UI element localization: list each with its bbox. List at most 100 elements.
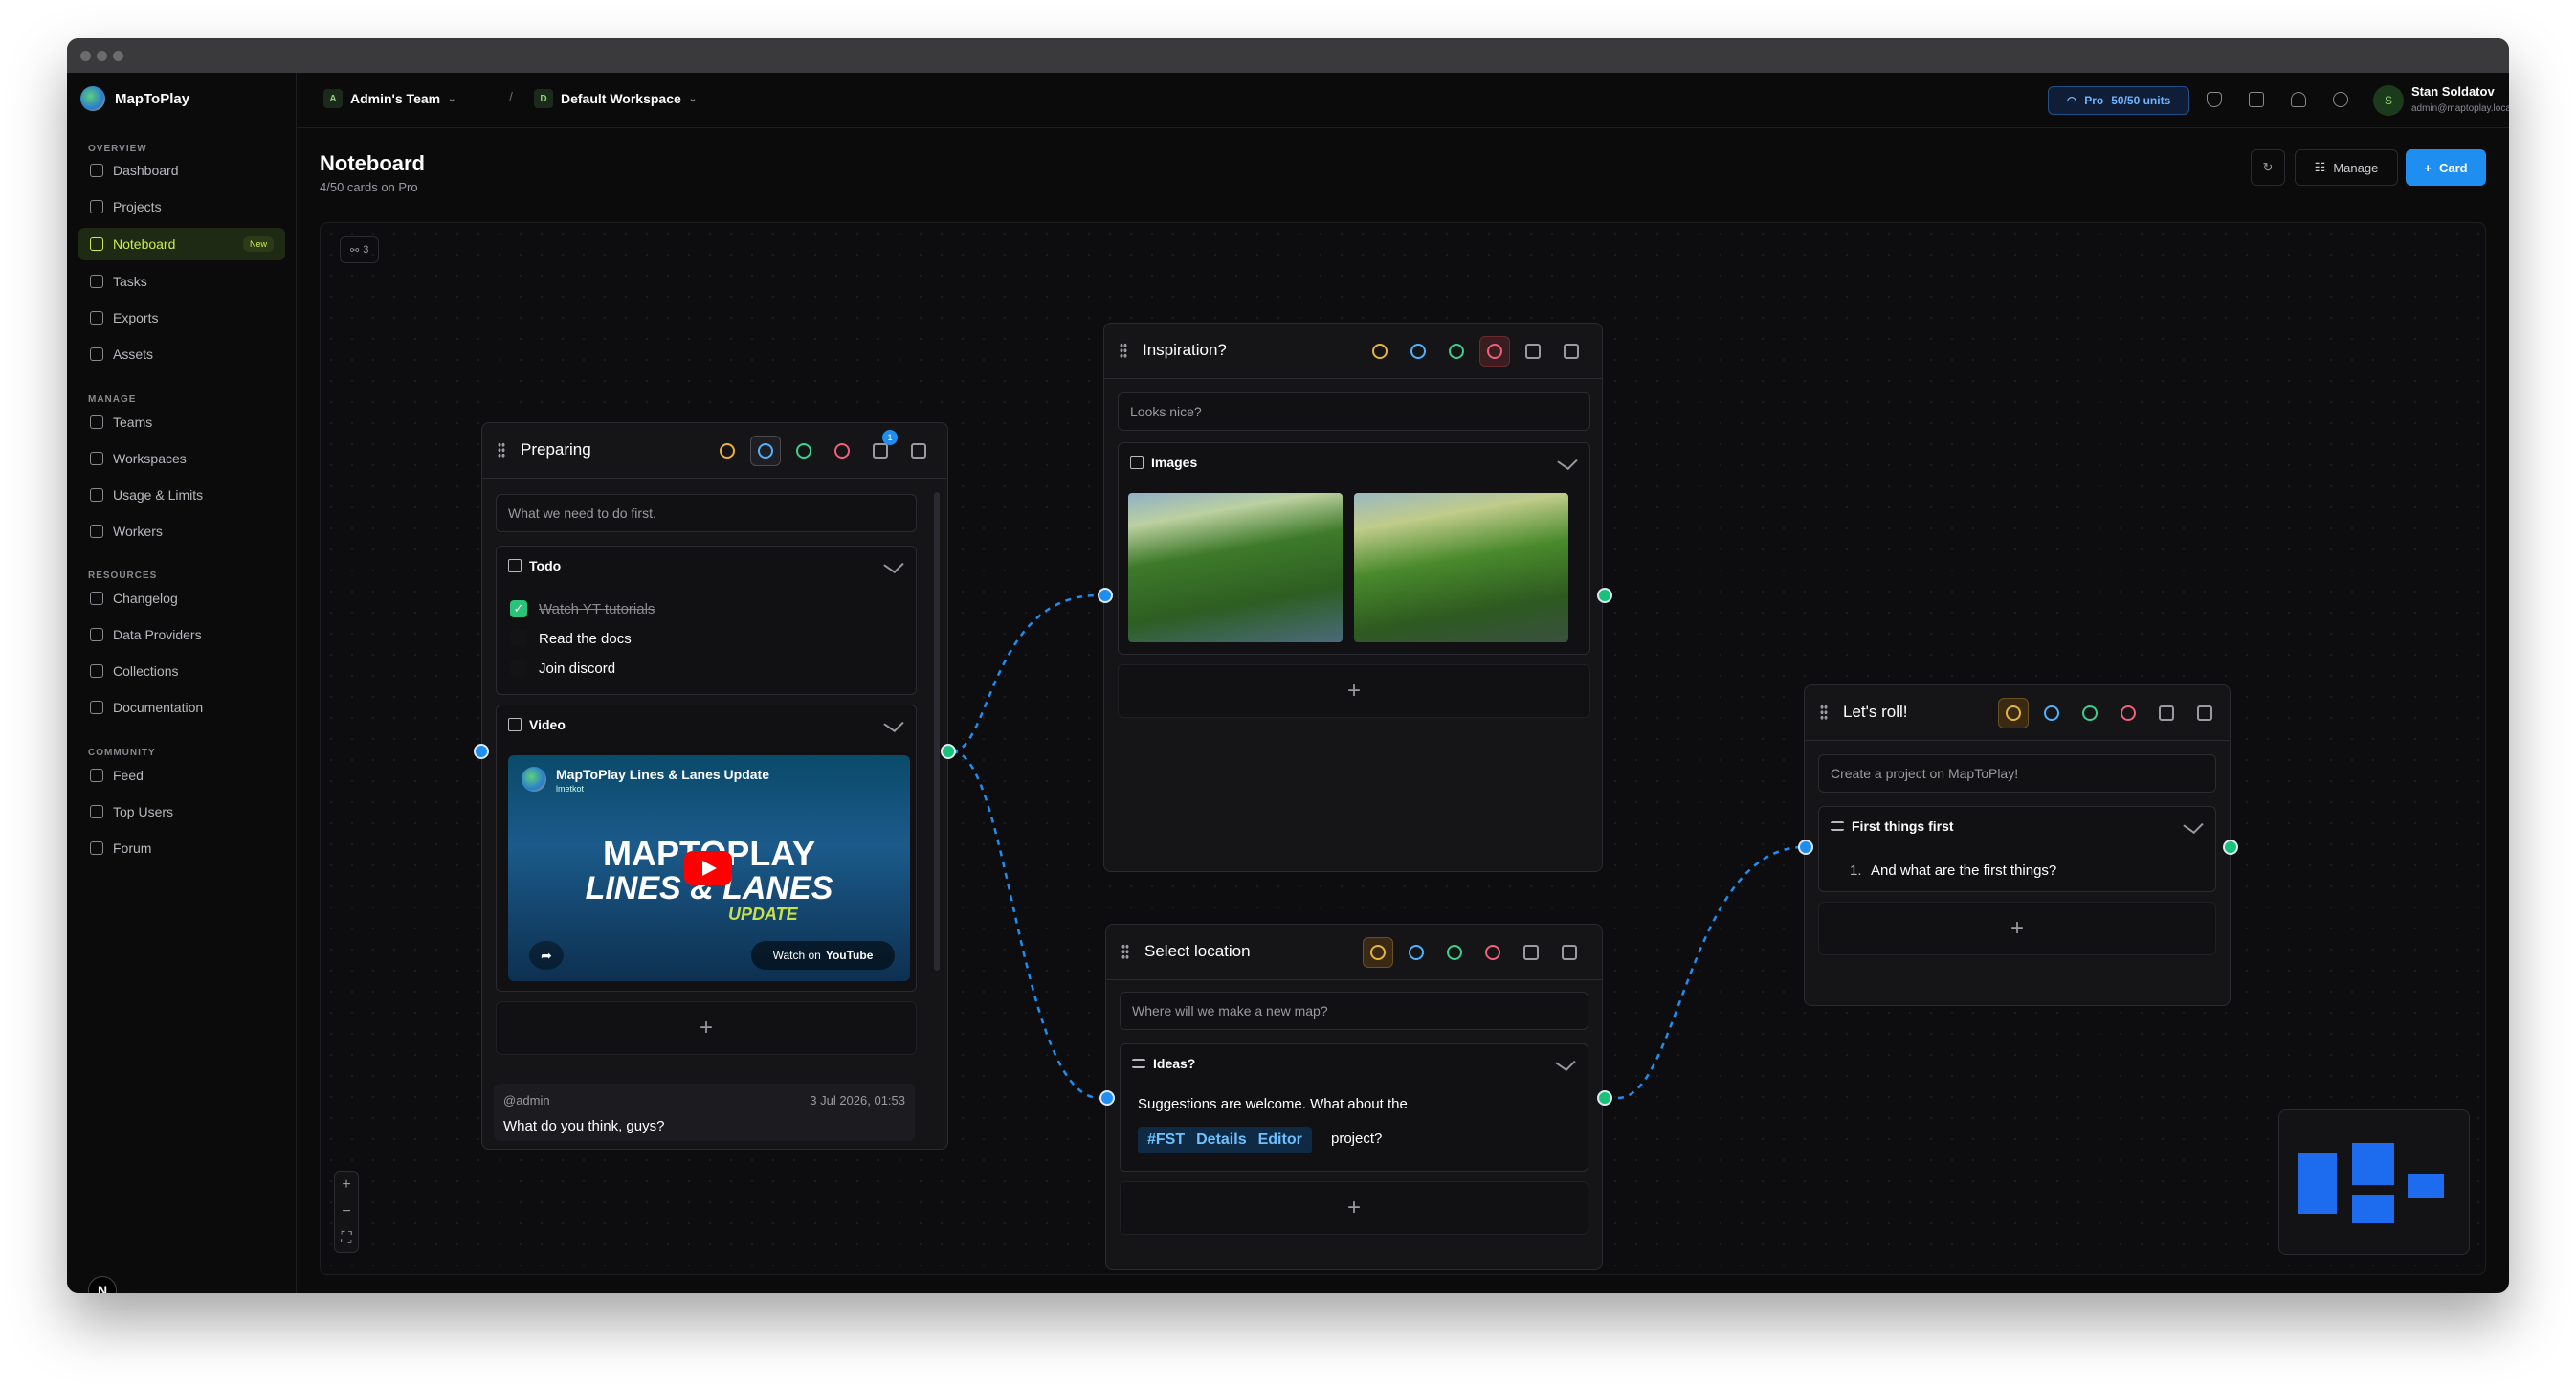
youtube-embed[interactable]: MapToPlay Lines & Lanes Update lmetkot M…	[508, 755, 910, 981]
check-button[interactable]	[1439, 937, 1470, 968]
connection-handle-input[interactable]	[1098, 588, 1113, 603]
connection-handle-input[interactable]	[1099, 1090, 1115, 1106]
noteboard-canvas[interactable]: ⚯ 3 Preparing 1 What we need to do first…	[320, 222, 2486, 1275]
chat-button[interactable]	[1403, 336, 1433, 367]
comments-button[interactable]	[1518, 336, 1548, 367]
drag-handle-icon[interactable]	[498, 442, 505, 458]
connection-handle-output[interactable]	[941, 744, 956, 759]
sidebar-item-changelog[interactable]: Changelog	[78, 582, 285, 615]
add-block-button[interactable]: +	[1118, 664, 1590, 718]
bell-icon[interactable]	[2291, 92, 2306, 107]
card-description[interactable]: Looks nice?	[1118, 392, 1590, 431]
connection-handle-output[interactable]	[1597, 588, 1612, 603]
fit-view-icon[interactable]: ⛶	[341, 1230, 351, 1247]
delete-button[interactable]	[903, 436, 934, 466]
edit-icon[interactable]	[2183, 816, 2204, 835]
connection-handle-output[interactable]	[1597, 1090, 1612, 1106]
drag-handle-icon[interactable]	[1121, 944, 1129, 959]
sidebar-item-usage-limits[interactable]: Usage & Limits	[78, 479, 285, 511]
landscape-image[interactable]	[1128, 493, 1343, 642]
card-description[interactable]: What we need to do first.	[496, 494, 917, 532]
drag-handle-icon[interactable]	[1820, 705, 1828, 720]
delete-button[interactable]	[1554, 937, 1585, 968]
delete-button[interactable]	[2189, 698, 2220, 728]
sidebar-item-top-users[interactable]: Top Users	[78, 795, 285, 828]
chat-button[interactable]	[1401, 937, 1432, 968]
sidebar-item-assets[interactable]: Assets	[78, 338, 285, 370]
avatar[interactable]: S	[2373, 85, 2404, 116]
sidebar-item-projects[interactable]: Projects	[78, 190, 285, 223]
clock-button[interactable]	[1363, 937, 1393, 968]
landscape-image[interactable]	[1354, 493, 1568, 642]
chat-button[interactable]	[750, 436, 781, 466]
edit-icon[interactable]	[883, 714, 904, 733]
clock-button[interactable]	[712, 436, 743, 466]
sidebar-item-documentation[interactable]: Documentation	[78, 691, 285, 724]
add-card-button[interactable]: + Card	[2406, 149, 2486, 186]
card-select-location[interactable]: Select location Where will we make a new…	[1105, 924, 1603, 1270]
breadcrumb-team[interactable]: A Admin's Team ⌄	[323, 89, 455, 108]
card-description[interactable]: Where will we make a new map?	[1120, 992, 1588, 1030]
sidebar-item-dashboard[interactable]: Dashboard	[78, 154, 285, 187]
card-inspiration[interactable]: Inspiration? Looks nice? Images +	[1103, 323, 1603, 872]
check-button[interactable]	[2075, 698, 2105, 728]
todo-item[interactable]: Read the docs	[510, 630, 632, 647]
sidebar-item-feed[interactable]: Feed	[78, 759, 285, 792]
sidebar-item-workspaces[interactable]: Workspaces	[78, 442, 285, 475]
clock-button[interactable]	[1365, 336, 1395, 367]
zoom-out-button[interactable]: −	[342, 1203, 350, 1220]
shield-icon[interactable]	[2207, 92, 2222, 107]
check-button[interactable]	[788, 436, 819, 466]
refresh-button[interactable]: ↻	[2251, 149, 2285, 186]
checkbox[interactable]	[510, 630, 527, 647]
checkbox[interactable]	[510, 660, 527, 677]
sidebar-item-workers[interactable]: Workers	[78, 515, 285, 548]
sidebar-item-data-providers[interactable]: Data Providers	[78, 618, 285, 651]
clock-button[interactable]	[1998, 698, 2029, 728]
share-icon[interactable]: ➦	[529, 941, 564, 970]
breadcrumb-workspace[interactable]: D Default Workspace ⌄	[534, 89, 697, 108]
delete-button[interactable]	[1556, 336, 1587, 367]
sidebar-item-forum[interactable]: Forum	[78, 832, 285, 864]
cancel-button[interactable]	[1477, 937, 1508, 968]
cancel-button[interactable]	[2113, 698, 2143, 728]
drag-handle-icon[interactable]	[1120, 343, 1127, 358]
cancel-button[interactable]	[827, 436, 857, 466]
checkbox-checked[interactable]: ✓	[510, 600, 527, 617]
sidebar-item-exports[interactable]: Exports	[78, 302, 285, 334]
watch-on-youtube-button[interactable]: Watch on YouTube	[751, 941, 895, 970]
sidebar-item-collections[interactable]: Collections	[78, 655, 285, 687]
edit-icon[interactable]	[1557, 452, 1578, 471]
sidebar-item-noteboard[interactable]: Noteboard New	[78, 228, 285, 260]
todo-item[interactable]: Join discord	[510, 660, 615, 677]
minimize-window-dot[interactable]	[97, 51, 107, 61]
card-description[interactable]: Create a project on MapToPlay!	[1818, 754, 2216, 793]
brand[interactable]: MapToPlay	[80, 86, 189, 111]
maximize-window-dot[interactable]	[113, 51, 123, 61]
add-block-button[interactable]: +	[1818, 902, 2216, 955]
todo-item[interactable]: ✓ Watch YT tutorials	[510, 600, 655, 617]
minimap[interactable]	[2278, 1109, 2470, 1255]
sidebar-item-tasks[interactable]: Tasks	[78, 265, 285, 298]
edit-icon[interactable]	[883, 555, 904, 574]
manage-button[interactable]: ☷ Manage	[2295, 149, 2398, 186]
comments-button[interactable]	[2151, 698, 2182, 728]
comments-button[interactable]	[1516, 937, 1546, 968]
card-lets-roll[interactable]: Let's roll! Create a project on MapToPla…	[1804, 684, 2231, 1006]
chat-button[interactable]	[2036, 698, 2067, 728]
framework-logo[interactable]: N	[88, 1276, 117, 1293]
comments-button[interactable]: 1	[865, 430, 898, 466]
qr-scan-icon[interactable]	[2249, 92, 2264, 107]
cancel-button[interactable]	[1479, 336, 1510, 367]
check-button[interactable]	[1441, 336, 1472, 367]
sidebar-item-teams[interactable]: Teams	[78, 406, 285, 438]
project-tag[interactable]: #FST Details Editor	[1138, 1127, 1312, 1153]
connection-handle-input[interactable]	[1798, 840, 1813, 855]
connection-handle-input[interactable]	[474, 744, 489, 759]
edit-icon[interactable]	[1555, 1053, 1576, 1072]
card-preparing[interactable]: Preparing 1 What we need to do first. To…	[481, 422, 948, 1150]
add-block-button[interactable]: +	[1120, 1181, 1588, 1235]
add-block-button[interactable]: +	[496, 1001, 917, 1055]
youtube-play-button[interactable]	[684, 851, 732, 885]
close-window-dot[interactable]	[80, 51, 91, 61]
